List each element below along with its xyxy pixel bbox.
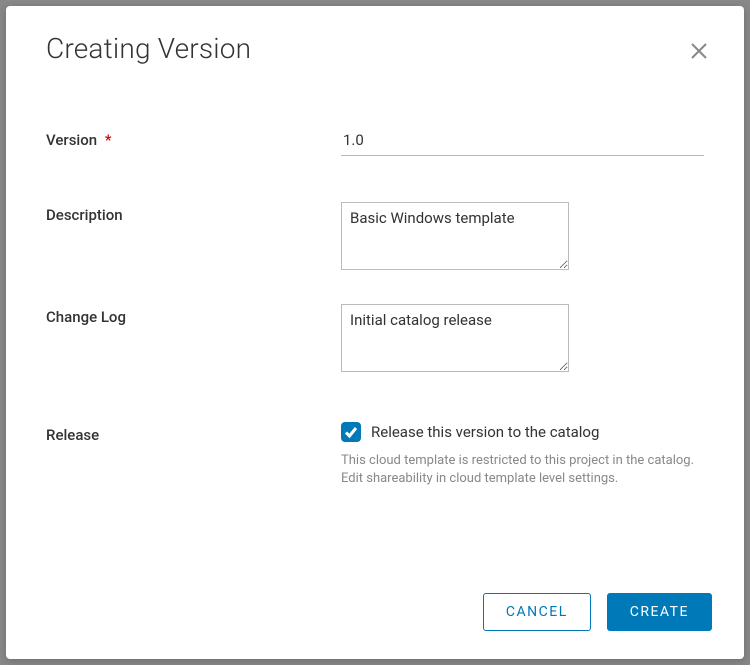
release-checkbox-row: Release this version to the catalog bbox=[341, 422, 704, 442]
release-label: Release bbox=[46, 422, 341, 488]
cancel-button[interactable]: CANCEL bbox=[483, 593, 591, 631]
release-helper-text: This cloud template is restricted to thi… bbox=[341, 452, 701, 488]
description-row: Description bbox=[46, 202, 704, 274]
required-asterisk: * bbox=[105, 131, 112, 149]
description-textarea[interactable] bbox=[341, 202, 569, 270]
version-row: Version * bbox=[46, 127, 704, 156]
release-checkbox-label: Release this version to the catalog bbox=[371, 423, 599, 441]
changelog-label: Change Log bbox=[46, 304, 341, 376]
description-label: Description bbox=[46, 202, 341, 274]
version-label: Version * bbox=[46, 127, 341, 156]
modal-body: Version * Description Change Log Release bbox=[6, 67, 744, 573]
close-button[interactable] bbox=[686, 38, 712, 67]
release-checkbox[interactable] bbox=[341, 422, 361, 442]
checkmark-icon bbox=[344, 425, 358, 439]
modal-header: Creating Version bbox=[6, 6, 744, 67]
changelog-row: Change Log bbox=[46, 304, 704, 376]
close-icon bbox=[690, 42, 708, 60]
create-button[interactable]: CREATE bbox=[607, 593, 712, 631]
version-input[interactable] bbox=[341, 127, 704, 156]
changelog-textarea[interactable] bbox=[341, 304, 569, 372]
creating-version-modal: Creating Version Version * Description bbox=[6, 6, 744, 659]
modal-footer: CANCEL CREATE bbox=[6, 573, 744, 659]
modal-title: Creating Version bbox=[46, 32, 251, 65]
release-row: Release Release this version to the cata… bbox=[46, 422, 704, 488]
